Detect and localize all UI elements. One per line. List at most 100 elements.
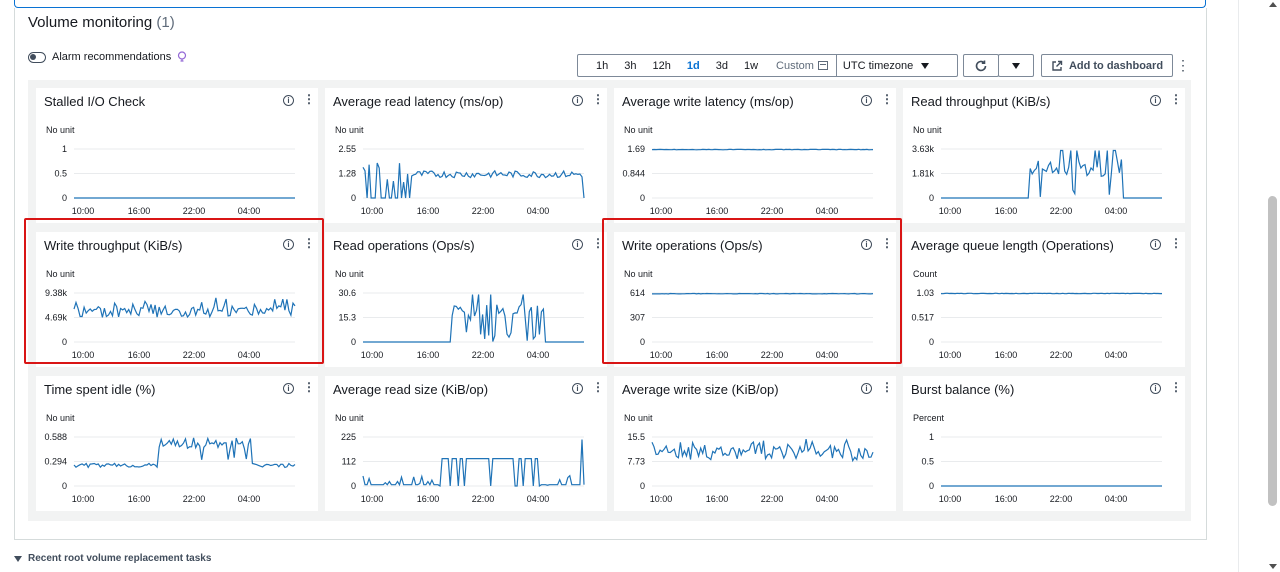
x-tick-label: 04:00 <box>527 494 550 504</box>
scroll-up-arrow-icon[interactable] <box>1269 2 1277 7</box>
x-tick-label: 10:00 <box>650 494 673 504</box>
alarm-recommendations-toggle[interactable]: Alarm recommendations <box>28 51 187 63</box>
y-tick-label: 1.81k <box>912 169 935 179</box>
y-tick-label: 0.5 <box>921 457 934 467</box>
y-tick-label: 0.294 <box>44 457 67 467</box>
add-to-dashboard-button[interactable]: Add to dashboard <box>1041 54 1173 77</box>
unit-label: No unit <box>335 269 364 279</box>
calendar-icon[interactable] <box>817 61 828 70</box>
metric-chart: No unit 0.588 0.294 0 10:00 16:00 22:00 04:00 <box>44 413 296 504</box>
metric-widget: Average write size (KiB/op) i ⋮ No unit 15.5… <box>614 376 896 511</box>
expand-caret-icon <box>14 555 22 562</box>
y-tick-label: 0 <box>351 481 356 491</box>
metric-widget: Time spent idle (%) i ⋮ No unit 0.588 0.294 0 1… <box>36 376 318 511</box>
unit-label: No unit <box>913 125 942 135</box>
unit-label: No unit <box>335 413 364 423</box>
highlight-box <box>24 218 324 364</box>
section-title: Volume monitoring (1) <box>28 14 175 31</box>
time-range-1h[interactable]: 1h <box>588 60 616 72</box>
x-tick-label: 22:00 <box>472 350 495 360</box>
series-line[interactable] <box>73 436 296 469</box>
x-tick-label: 22:00 <box>1050 350 1073 360</box>
x-tick-label: 16:00 <box>995 206 1018 216</box>
metric-widget: Read throughput (KiB/s) i ⋮ No unit 3.63k 1.8… <box>903 88 1185 223</box>
time-range-3h[interactable]: 3h <box>616 60 644 72</box>
y-tick-label: 0.517 <box>911 313 934 323</box>
y-tick-label: 1 <box>62 144 67 154</box>
x-tick-label: 22:00 <box>183 494 206 504</box>
y-tick-label: 0 <box>929 337 934 347</box>
series-line[interactable] <box>363 294 584 343</box>
y-tick-label: 1.69 <box>627 144 645 154</box>
timezone-select[interactable]: UTC timezone <box>835 55 935 76</box>
refresh-button[interactable] <box>963 54 999 77</box>
unit-label: Percent <box>913 413 945 423</box>
y-tick-label: 112 <box>342 457 356 467</box>
x-tick-label: 04:00 <box>238 206 261 216</box>
y-tick-label: 0.5 <box>54 169 67 179</box>
y-tick-label: 0 <box>640 481 645 491</box>
metric-chart: Percent 1 0.5 0 10:00 16:00 22:00 04:00 <box>913 413 1162 504</box>
series-line[interactable] <box>362 439 585 488</box>
y-tick-label: 0 <box>640 193 645 203</box>
y-tick-label: 0 <box>929 481 934 491</box>
series-line[interactable] <box>941 149 1162 199</box>
y-tick-label: 1.03 <box>916 288 934 298</box>
x-tick-label: 16:00 <box>706 494 729 504</box>
series-line[interactable] <box>651 438 874 463</box>
x-tick-label: 04:00 <box>816 206 839 216</box>
metric-chart: No unit 3.63k 1.81k 0 10:00 16:00 22:00 04:00 <box>912 125 1162 216</box>
x-tick-label: 22:00 <box>761 206 784 216</box>
metric-widget: Read operations (Ops/s) i ⋮ No unit 30.6 15.3… <box>325 232 607 367</box>
x-tick-label: 10:00 <box>650 206 673 216</box>
y-tick-label: 0 <box>351 193 356 203</box>
x-tick-label: 04:00 <box>816 494 839 504</box>
unit-label: No unit <box>624 413 653 423</box>
time-range-3d[interactable]: 3d <box>708 60 736 72</box>
time-range-selector: 1h 3h 12h 1d 3d 1w Custom UTC timezone <box>577 54 958 77</box>
scrollbar-thumb[interactable] <box>1268 196 1277 506</box>
section-count: (1) <box>156 14 175 31</box>
x-tick-label: 10:00 <box>939 206 962 216</box>
y-tick-label: 0.588 <box>44 432 67 442</box>
y-tick-label: 0.844 <box>622 169 645 179</box>
scroll-down-arrow-icon[interactable] <box>1269 564 1277 569</box>
metric-chart: No unit 1.69 0.844 0 10:00 16:00 22:00 04:00 <box>622 125 874 216</box>
series-line[interactable] <box>362 162 585 199</box>
y-tick-label: 2.55 <box>338 144 356 154</box>
add-to-dashboard-label: Add to dashboard <box>1068 59 1164 72</box>
x-tick-label: 10:00 <box>361 350 384 360</box>
caret-down-icon <box>1012 62 1020 69</box>
x-tick-label: 04:00 <box>238 494 261 504</box>
x-tick-label: 22:00 <box>1050 206 1073 216</box>
y-tick-label: 3.63k <box>912 144 935 154</box>
expander-label: Recent root volume replacement tasks <box>28 553 212 564</box>
metric-chart: Count 1.03 0.517 0 10:00 16:00 22:00 04:00 <box>911 269 1162 360</box>
y-tick-label: 15.3 <box>338 313 356 323</box>
y-tick-label: 225 <box>341 432 356 442</box>
series-line[interactable] <box>940 292 1162 295</box>
alarm-recommendations-label: Alarm recommendations <box>52 51 172 63</box>
x-tick-label: 22:00 <box>1050 494 1073 504</box>
time-range-12h[interactable]: 12h <box>645 60 679 72</box>
x-tick-label: 16:00 <box>995 350 1018 360</box>
toggle-switch-icon[interactable] <box>28 51 46 63</box>
x-tick-label: 22:00 <box>472 206 495 216</box>
x-tick-label: 22:00 <box>472 494 495 504</box>
lightbulb-icon[interactable] <box>177 51 187 63</box>
series-line[interactable] <box>651 148 874 151</box>
x-tick-label: 04:00 <box>527 350 550 360</box>
recent-root-volume-replacement-tasks-expander[interactable]: Recent root volume replacement tasks <box>14 553 211 564</box>
y-tick-label: 7.73 <box>627 457 645 467</box>
refresh-options-dropdown[interactable] <box>998 54 1034 77</box>
y-tick-label: 0 <box>62 193 67 203</box>
x-tick-label: 16:00 <box>128 206 151 216</box>
unit-label: No unit <box>46 125 75 135</box>
more-actions-icon[interactable]: ⋮ <box>1176 58 1190 72</box>
x-tick-label: 04:00 <box>527 206 550 216</box>
custom-range-button[interactable]: Custom <box>766 60 818 72</box>
time-range-1w[interactable]: 1w <box>736 60 766 72</box>
metric-chart: No unit 15.5 7.73 0 10:00 16:00 22:00 04:00 <box>624 413 874 504</box>
time-range-1d[interactable]: 1d <box>679 60 708 72</box>
x-tick-label: 16:00 <box>417 494 440 504</box>
